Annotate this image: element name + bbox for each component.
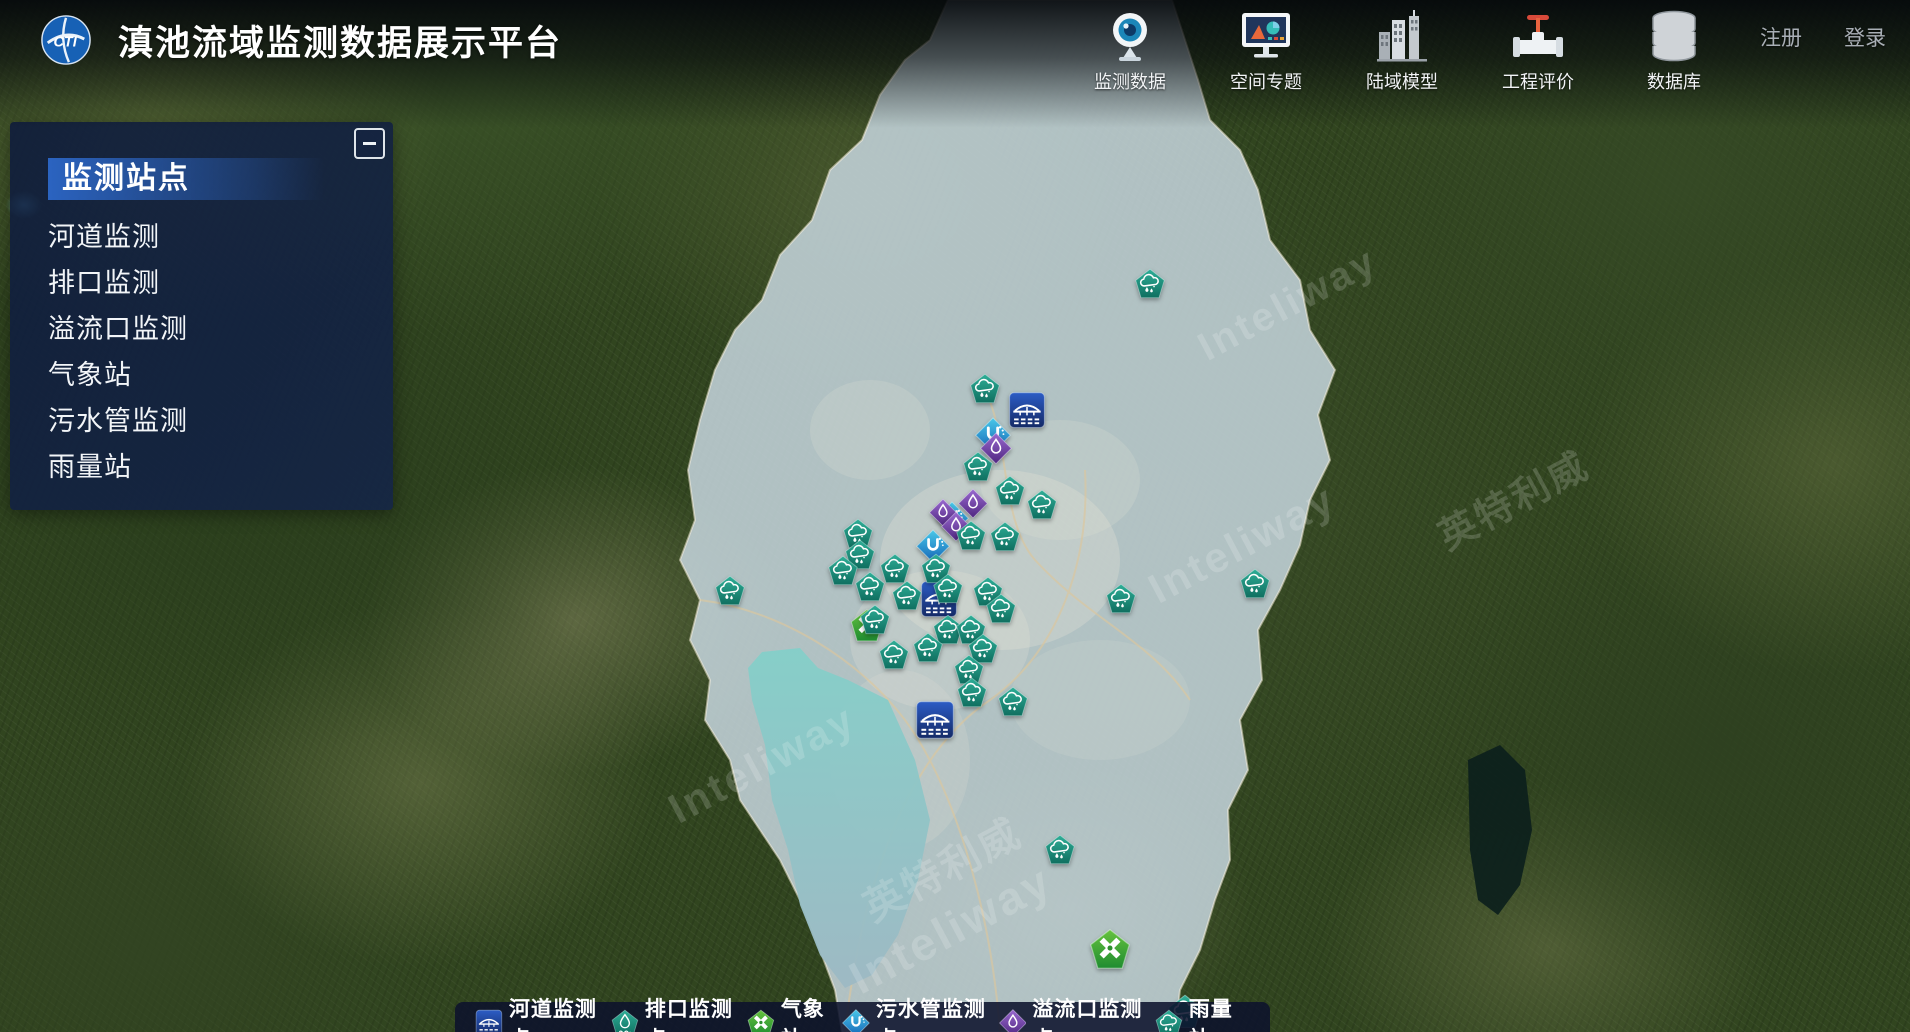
map-marker-rain[interactable] <box>1240 568 1271 599</box>
nav-item-land-model[interactable]: 陆域模型 <box>1346 8 1458 94</box>
river-marker-icon <box>475 1008 503 1032</box>
nav-label: 监测数据 <box>1094 68 1166 94</box>
map-marker-rain[interactable] <box>1027 489 1058 520</box>
nav-label: 数据库 <box>1647 68 1701 94</box>
nav-item-project-evaluation[interactable]: 工程评价 <box>1482 8 1594 94</box>
legend-label: 河道监测点 <box>509 993 611 1032</box>
cti-logo-icon: CTI <box>40 14 92 66</box>
svg-text:CTI: CTI <box>53 35 77 51</box>
sidebar-item-outlet-monitoring[interactable]: 排口监测 <box>48 260 393 306</box>
map-marker-rain[interactable] <box>990 521 1021 552</box>
brand: CTI 滇池流域监测数据展示平台 <box>40 14 562 66</box>
weather-marker-icon <box>747 1008 775 1032</box>
sidebar-item-river-monitoring[interactable]: 河道监测 <box>48 214 393 260</box>
legend-label: 污水管监测点 <box>876 993 999 1032</box>
auth-links: 注册 登录 <box>1760 22 1886 52</box>
nav-item-monitoring-data[interactable]: 监测数据 <box>1074 8 1186 94</box>
sidebar-item-overflow-monitoring[interactable]: 溢流口监测 <box>48 306 393 352</box>
minus-icon <box>363 142 376 145</box>
legend-label: 气象站 <box>781 993 842 1032</box>
sidebar-item-rain-station[interactable]: 雨量站 <box>48 444 393 490</box>
map-marker-rain[interactable] <box>879 639 910 670</box>
sewage-marker-icon <box>842 1008 870 1032</box>
legend-item-river[interactable]: 河道监测点 <box>475 993 611 1032</box>
pipe-valve-icon <box>1510 8 1566 64</box>
legend-item-overflow[interactable]: 溢流口监测点 <box>999 993 1155 1032</box>
map-marker-rain[interactable] <box>1045 834 1076 865</box>
map-marker-rain[interactable] <box>933 573 964 604</box>
map-marker-weather[interactable] <box>1089 928 1131 970</box>
city-model-icon <box>1374 8 1430 64</box>
nav-item-database[interactable]: 数据库 <box>1618 8 1730 94</box>
map-marker-rain[interactable] <box>956 520 987 551</box>
station-type-list: 河道监测 排口监测 溢流口监测 气象站 污水管监测 雨量站 <box>48 214 393 490</box>
map-marker-rain[interactable] <box>1135 268 1166 299</box>
legend-label: 排口监测点 <box>645 993 747 1032</box>
login-link[interactable]: 登录 <box>1844 22 1886 52</box>
legend-item-rain[interactable]: 雨量站 <box>1155 993 1250 1032</box>
legend-label: 溢流口监测点 <box>1032 993 1155 1032</box>
nav-label: 工程评价 <box>1502 68 1574 94</box>
database-icon <box>1646 8 1702 64</box>
map-marker-rain[interactable] <box>913 632 944 663</box>
overflow-marker-icon <box>999 1008 1027 1032</box>
map-legend: 河道监测点 排口监测点 气象站 污水管监测点 溢流口监测点 雨量站 <box>455 1002 1270 1032</box>
monitor-chart-icon <box>1238 8 1294 64</box>
map-marker-rain[interactable] <box>970 373 1001 404</box>
legend-item-weather[interactable]: 气象站 <box>747 993 842 1032</box>
sidebar-item-sewage-monitoring[interactable]: 污水管监测 <box>48 398 393 444</box>
map-marker-rain[interactable] <box>715 575 746 606</box>
map-marker-river[interactable] <box>915 700 955 740</box>
map-marker-rain[interactable] <box>995 475 1026 506</box>
sidebar-item-weather-station[interactable]: 气象站 <box>48 352 393 398</box>
webcam-icon <box>1102 8 1158 64</box>
map-marker-rain[interactable] <box>1106 583 1137 614</box>
map-marker-rain[interactable] <box>892 580 923 611</box>
map-marker-rain[interactable] <box>986 593 1017 624</box>
page-title: 滇池流域监测数据展示平台 <box>118 15 562 66</box>
nav-item-spatial-themes[interactable]: 空间专题 <box>1210 8 1322 94</box>
map-marker-rain[interactable] <box>957 677 988 708</box>
outlet-marker-icon <box>611 1008 639 1032</box>
panel-minimize-button[interactable] <box>354 128 385 159</box>
nav-label: 陆域模型 <box>1366 68 1438 94</box>
map-marker-rain[interactable] <box>860 604 891 635</box>
legend-label: 雨量站 <box>1189 993 1250 1032</box>
map-marker-rain[interactable] <box>855 571 886 602</box>
register-link[interactable]: 注册 <box>1760 22 1802 52</box>
panel-title: 监测站点 <box>48 158 324 200</box>
legend-item-sewage[interactable]: 污水管监测点 <box>842 993 998 1032</box>
nav-label: 空间专题 <box>1230 68 1302 94</box>
map-viewport[interactable]: 英特利威InteliwayInteliwayInteliwayInteliway… <box>0 0 1910 1032</box>
map-marker-rain[interactable] <box>963 451 994 482</box>
monitoring-stations-panel: 监测站点 河道监测 排口监测 溢流口监测 气象站 污水管监测 雨量站 <box>10 122 393 510</box>
main-nav: 监测数据 空间专题 <box>1074 8 1730 94</box>
rain-marker-icon <box>1155 1008 1183 1032</box>
map-marker-river[interactable] <box>1008 391 1046 429</box>
map-marker-rain[interactable] <box>998 686 1029 717</box>
legend-item-outlet[interactable]: 排口监测点 <box>611 993 747 1032</box>
top-bar: CTI 滇池流域监测数据展示平台 监测数据 <box>0 0 1910 128</box>
